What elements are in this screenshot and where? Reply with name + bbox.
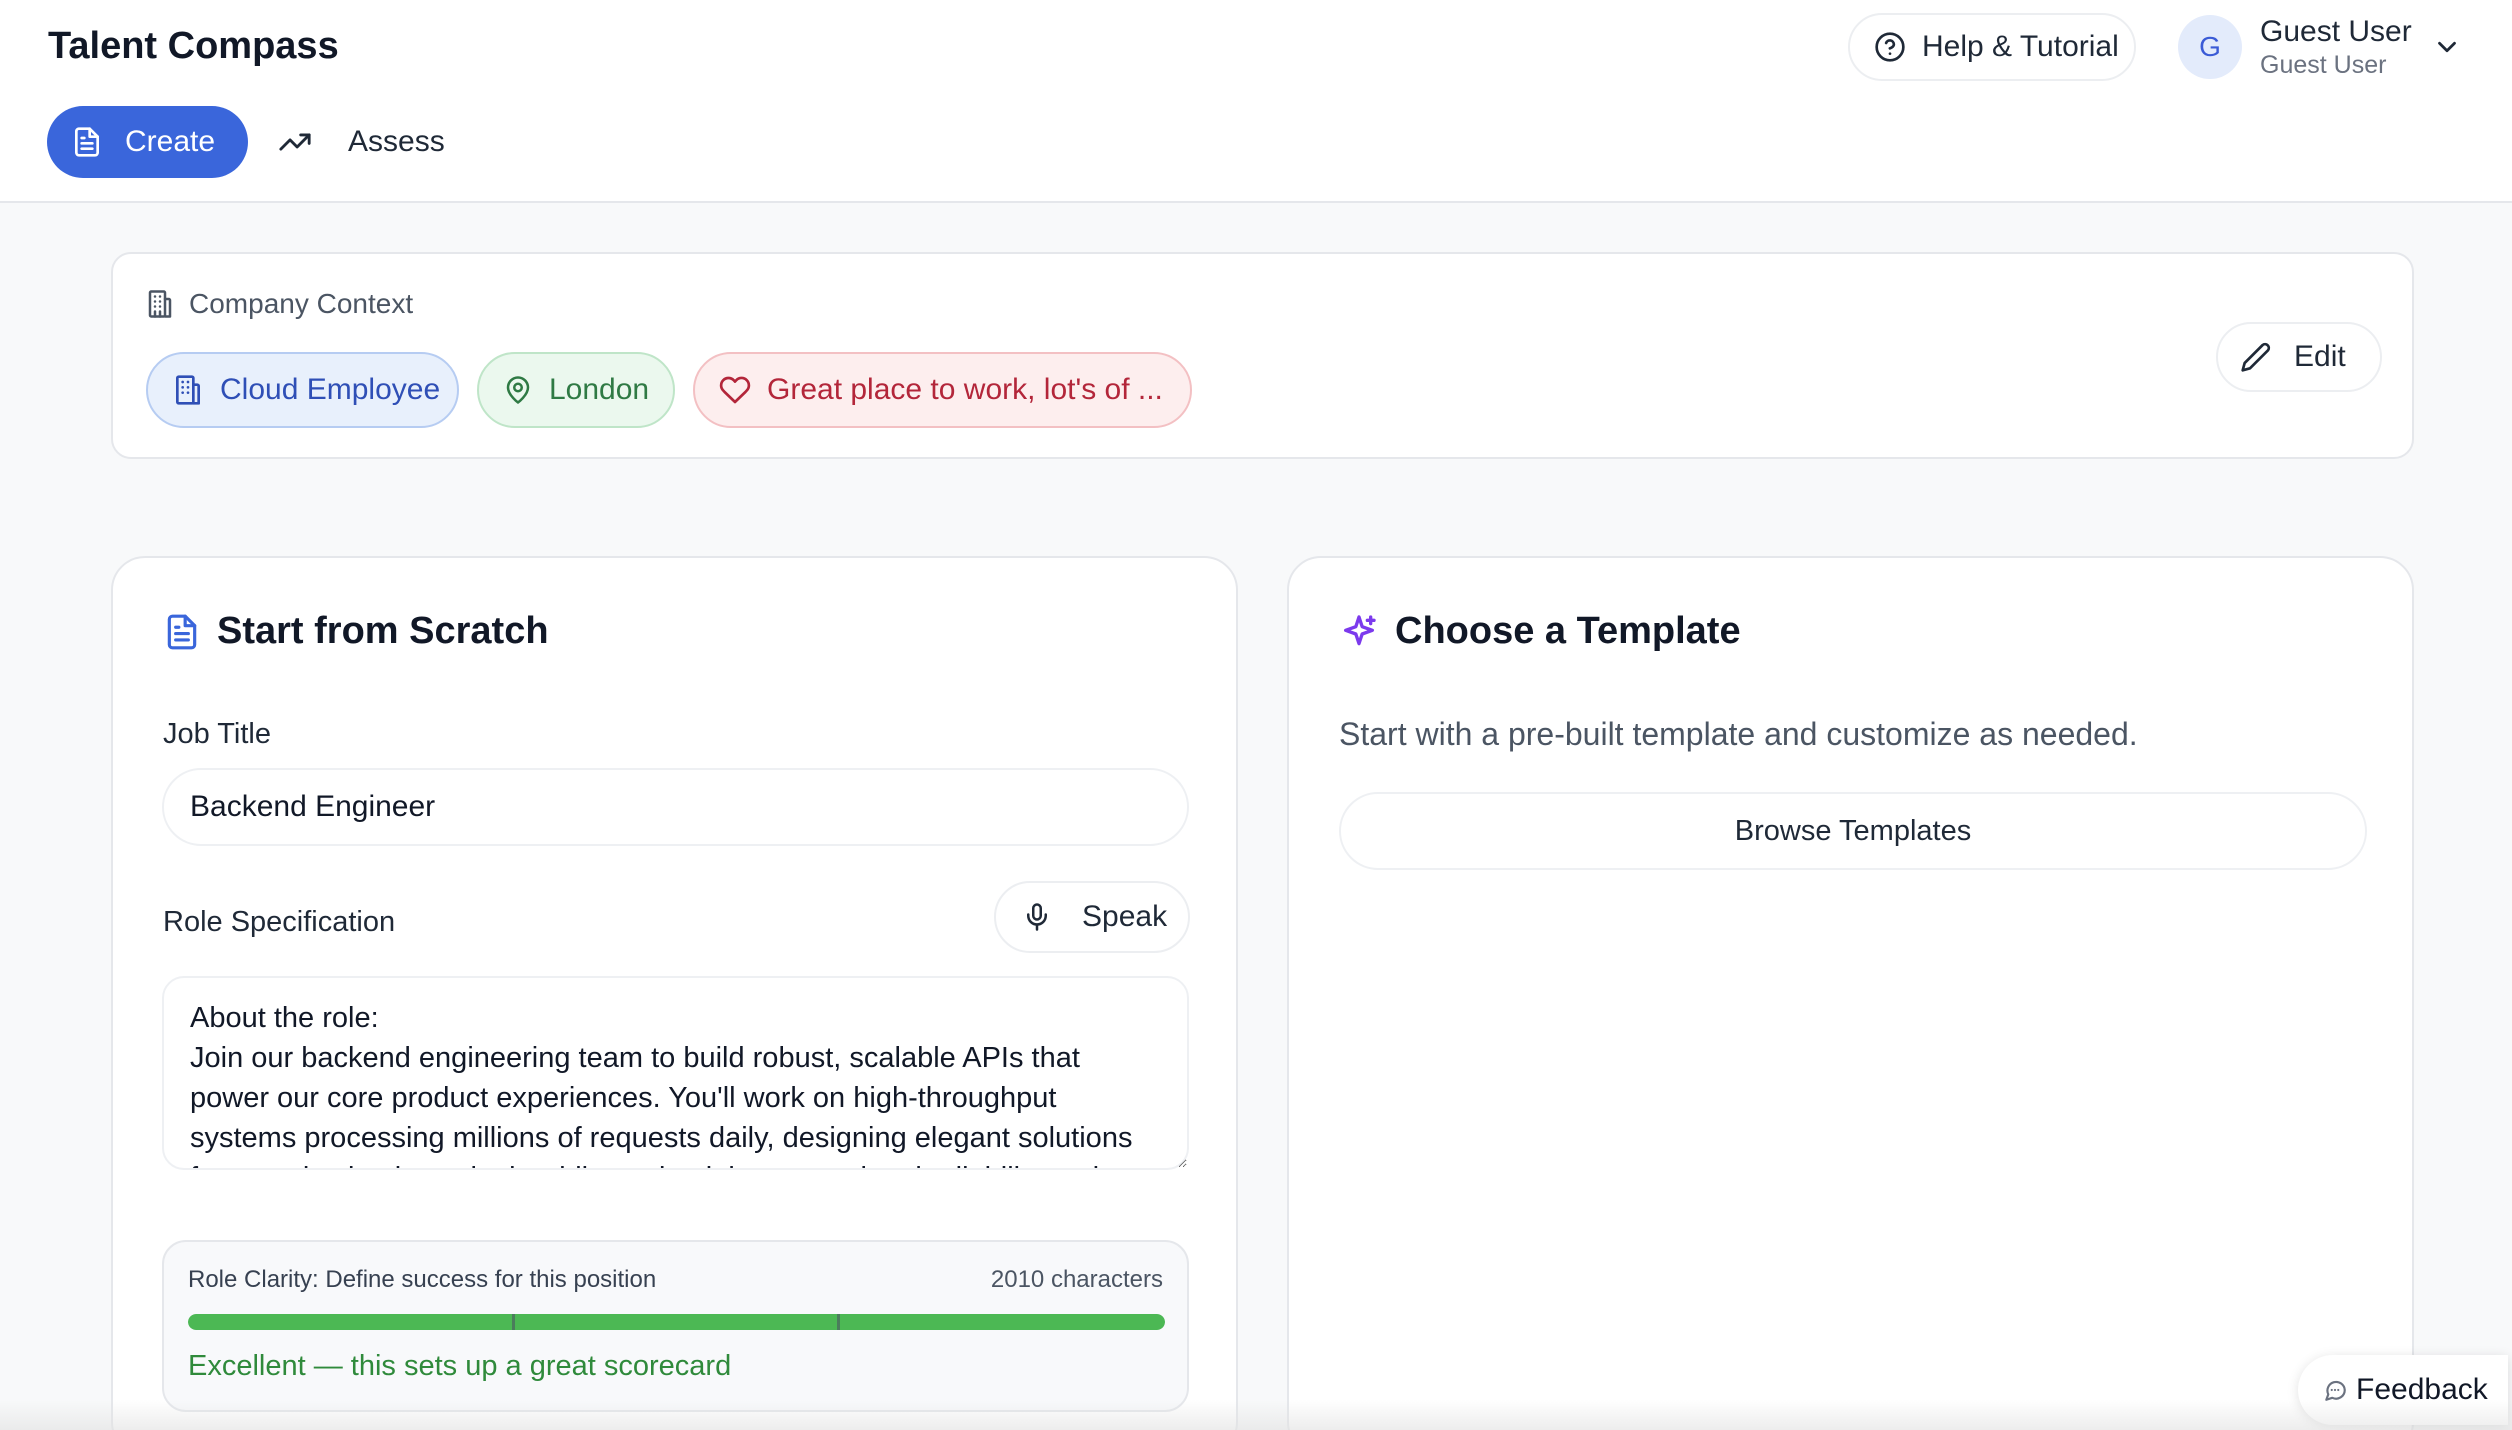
edit-label: Edit bbox=[2294, 340, 2346, 373]
user-name: Guest User bbox=[2260, 15, 2412, 48]
chevron-down-icon[interactable] bbox=[2432, 32, 2462, 62]
company-context-card: Company Context Cloud Employee London Gr… bbox=[111, 252, 2414, 459]
choose-template-card: Choose a Template Start with a pre-built… bbox=[1287, 556, 2414, 1430]
chip-location-label: London bbox=[549, 373, 650, 406]
avatar: G bbox=[2178, 15, 2242, 79]
speak-button[interactable]: Speak bbox=[994, 881, 1190, 953]
clarity-progress-bar bbox=[188, 1314, 1165, 1330]
app-header: Talent Compass Help & Tutorial G Guest U… bbox=[0, 0, 2512, 203]
tab-create-label: Create bbox=[125, 125, 216, 158]
user-menu[interactable]: G Guest User Guest User bbox=[2178, 12, 2478, 82]
tab-assess[interactable]: Assess bbox=[278, 106, 445, 178]
company-context-heading: Company Context bbox=[189, 288, 414, 319]
start-from-scratch-card: Start from Scratch Job Title Role Specif… bbox=[111, 556, 1238, 1430]
speak-label: Speak bbox=[1082, 900, 1168, 933]
character-count: 2010 characters bbox=[990, 1266, 1163, 1293]
user-subtitle: Guest User bbox=[2260, 51, 2387, 79]
role-spec-textarea[interactable]: About the role: Join our backend enginee… bbox=[162, 976, 1189, 1170]
building-icon bbox=[172, 374, 204, 406]
help-tutorial-button[interactable]: Help & Tutorial bbox=[1848, 13, 2136, 81]
clarity-message: Excellent — this sets up a great scoreca… bbox=[188, 1350, 732, 1382]
edit-context-button[interactable]: Edit bbox=[2216, 322, 2382, 392]
pencil-icon bbox=[2240, 341, 2272, 373]
app-title: Talent Compass bbox=[48, 25, 339, 67]
building-icon bbox=[145, 289, 175, 319]
role-spec-label: Role Specification bbox=[163, 906, 396, 938]
trending-up-icon bbox=[278, 125, 312, 159]
map-pin-icon bbox=[503, 375, 533, 405]
help-tutorial-label: Help & Tutorial bbox=[1922, 30, 2119, 63]
job-title-input[interactable] bbox=[162, 768, 1189, 846]
role-clarity-panel: Role Clarity: Define success for this po… bbox=[162, 1240, 1189, 1412]
chip-culture[interactable]: Great place to work, lot's of ... bbox=[693, 352, 1192, 428]
clarity-tick bbox=[512, 1314, 515, 1330]
chip-culture-label: Great place to work, lot's of ... bbox=[767, 373, 1163, 406]
tab-assess-label: Assess bbox=[348, 125, 445, 158]
chip-company-label: Cloud Employee bbox=[220, 373, 441, 406]
document-icon bbox=[71, 126, 103, 158]
microphone-icon bbox=[1022, 902, 1052, 932]
job-title-label: Job Title bbox=[163, 718, 271, 750]
chip-location[interactable]: London bbox=[477, 352, 675, 428]
speech-bubble-icon bbox=[2322, 1377, 2348, 1403]
help-circle-icon bbox=[1874, 31, 1906, 63]
feedback-button[interactable]: Feedback bbox=[2298, 1355, 2508, 1425]
clarity-tick bbox=[837, 1314, 840, 1330]
chip-company-name[interactable]: Cloud Employee bbox=[146, 352, 459, 428]
clarity-progress-fill bbox=[188, 1314, 1165, 1330]
template-title: Choose a Template bbox=[1395, 610, 1741, 652]
tab-create[interactable]: Create bbox=[47, 106, 248, 178]
document-icon bbox=[163, 613, 201, 651]
browse-templates-button[interactable]: Browse Templates bbox=[1339, 792, 2367, 870]
heart-icon bbox=[719, 374, 751, 406]
feedback-label: Feedback bbox=[2356, 1373, 2488, 1406]
template-description: Start with a pre-built template and cust… bbox=[1339, 716, 2138, 752]
sparkles-icon bbox=[1339, 612, 1379, 652]
scratch-title: Start from Scratch bbox=[217, 610, 549, 652]
clarity-label: Role Clarity: Define success for this po… bbox=[188, 1266, 657, 1293]
